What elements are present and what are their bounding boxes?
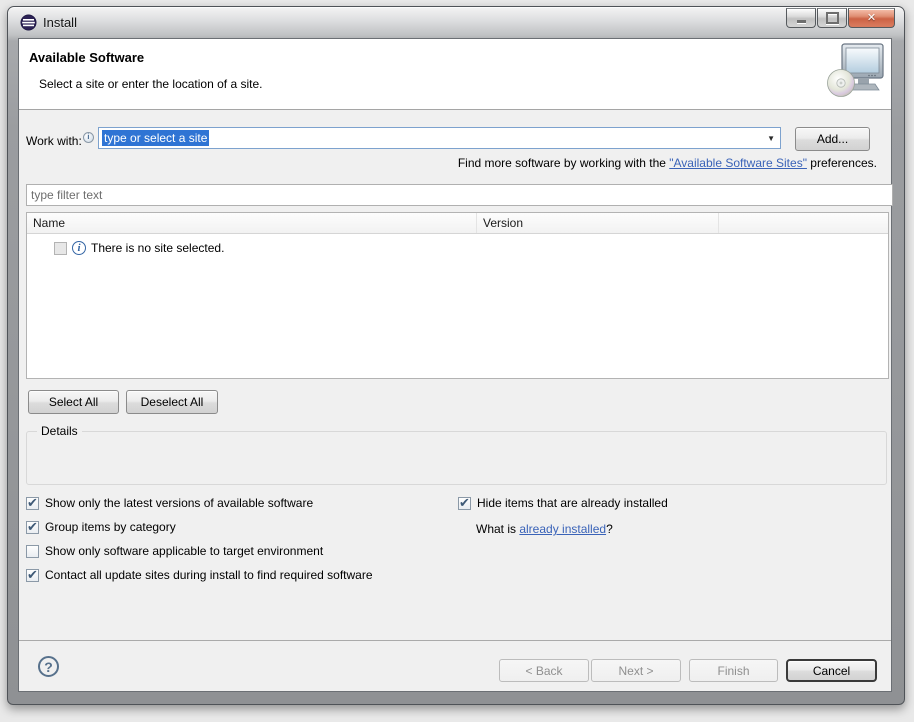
add-button[interactable]: Add... (795, 127, 870, 151)
help-icon[interactable]: ? (38, 656, 59, 677)
checkbox[interactable] (458, 497, 471, 510)
close-button[interactable]: ✕ (848, 8, 895, 28)
already-installed-link[interactable]: already installed (519, 522, 606, 536)
row-checkbox[interactable] (54, 242, 67, 255)
column-header-version[interactable]: Version (477, 213, 719, 233)
minimize-button[interactable] (786, 8, 816, 28)
option-contact-update-sites[interactable]: Contact all update sites during install … (26, 568, 373, 582)
filter-input[interactable] (26, 184, 893, 206)
dialog-content: Available Software Select a site or ente… (18, 38, 892, 692)
no-site-selected-text: There is no site selected. (91, 241, 224, 255)
close-icon: ✕ (867, 10, 876, 26)
deselect-all-button[interactable]: Deselect All (126, 390, 218, 414)
select-all-button[interactable]: Select All (28, 390, 119, 414)
option-hide-installed[interactable]: Hide items that are already installed (458, 496, 668, 510)
window-title: Install (43, 15, 77, 30)
install-software-icon (825, 42, 885, 102)
finish-button[interactable]: Finish (689, 659, 778, 682)
dialog-header: Available Software Select a site or ente… (19, 39, 891, 110)
cancel-button[interactable]: Cancel (786, 659, 877, 682)
option-target-environment[interactable]: Show only software applicable to target … (26, 544, 323, 558)
chevron-down-icon[interactable]: ▼ (767, 134, 775, 143)
option-latest-versions[interactable]: Show only the latest versions of availab… (26, 496, 313, 510)
option-label: Show only software applicable to target … (45, 544, 323, 558)
option-label: Hide items that are already installed (477, 496, 668, 510)
footer-separator (19, 640, 891, 641)
column-header-name[interactable]: Name (27, 213, 477, 233)
checkbox[interactable] (26, 545, 39, 558)
details-group: Details (26, 431, 887, 485)
maximize-button[interactable] (817, 8, 847, 28)
table-header: Name Version (27, 213, 888, 234)
info-bubble-icon: i (83, 132, 94, 143)
next-button[interactable]: Next > (591, 659, 681, 682)
option-label: Group items by category (45, 520, 176, 534)
details-label: Details (37, 424, 82, 438)
find-more-text: Find more software by working with the "… (458, 156, 877, 170)
eclipse-icon (20, 14, 37, 31)
what-is-text: What is already installed? (476, 522, 613, 536)
info-icon: i (72, 241, 86, 255)
checkbox[interactable] (26, 569, 39, 582)
maximize-icon (826, 12, 839, 24)
table-row[interactable]: i There is no site selected. (54, 241, 888, 255)
column-header-empty (719, 213, 888, 233)
option-label: Contact all update sites during install … (45, 568, 373, 582)
option-label: Show only the latest versions of availab… (45, 496, 313, 510)
work-with-label: Work with:i (26, 132, 94, 148)
install-dialog-window: Install ✕ Available Software Select a si… (7, 6, 905, 705)
software-table[interactable]: Name Version i There is no site selected… (26, 212, 889, 379)
title-bar[interactable]: Install ✕ (8, 7, 904, 38)
page-title: Available Software (29, 50, 144, 65)
window-controls: ✕ (786, 8, 895, 28)
option-group-by-category[interactable]: Group items by category (26, 520, 176, 534)
checkbox[interactable] (26, 497, 39, 510)
available-software-sites-link[interactable]: "Available Software Sites" (669, 156, 807, 170)
site-combo[interactable]: type or select a site ▼ (98, 127, 781, 149)
page-subtitle: Select a site or enter the location of a… (39, 77, 262, 91)
back-button[interactable]: < Back (499, 659, 589, 682)
minimize-icon (797, 20, 806, 23)
checkbox[interactable] (26, 521, 39, 534)
site-combo-value: type or select a site (102, 130, 209, 146)
